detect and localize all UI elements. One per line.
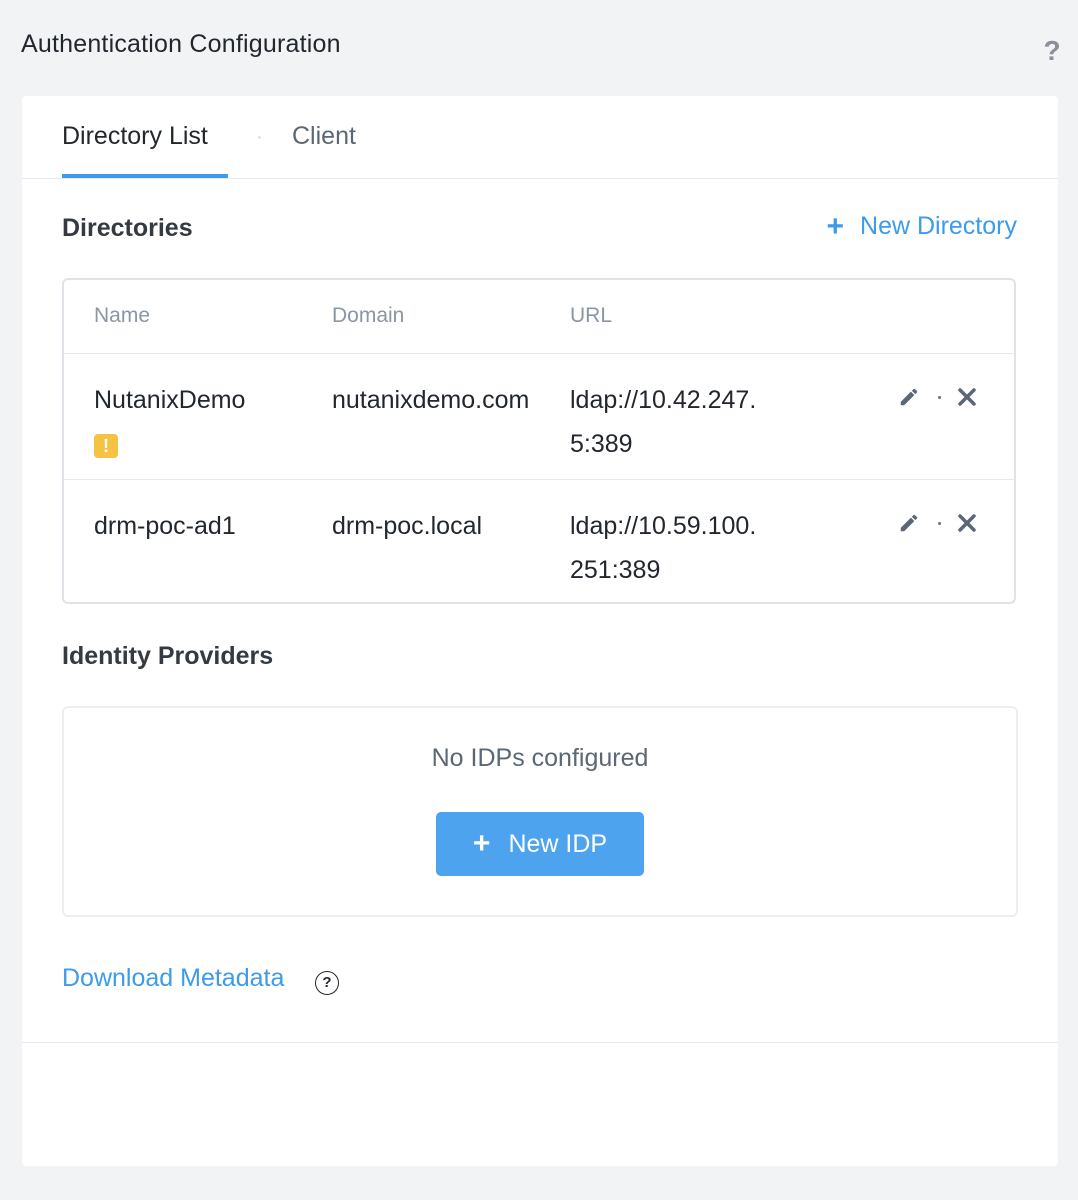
directory-name: drm-poc-ad1 [94, 512, 236, 540]
no-idp-message: No IDPs configured [431, 744, 649, 772]
action-separator [938, 395, 941, 399]
tab-client[interactable]: Client [292, 122, 356, 151]
idp-empty-state: No IDPs configured + New IDP [62, 706, 1018, 917]
directory-domain: nutanixdemo.com [332, 386, 530, 414]
table-header: Name Domain URL [64, 280, 1014, 354]
row-actions [898, 512, 977, 534]
active-tab-indicator [62, 174, 228, 178]
new-directory-button[interactable]: + New Directory [826, 209, 1017, 243]
warning-icon[interactable]: ! [94, 434, 118, 458]
tab-directory-list[interactable]: Directory List [62, 122, 208, 151]
download-metadata-link[interactable]: Download Metadata [62, 964, 284, 993]
directories-heading: Directories [62, 214, 193, 242]
help-icon[interactable]: ? [1041, 36, 1063, 66]
tab-separator [258, 136, 261, 139]
question-icon[interactable]: ? [315, 971, 339, 995]
auth-config-panel: Directory List Client Directories + New … [22, 96, 1058, 1166]
pencil-icon[interactable] [898, 386, 920, 408]
action-separator [938, 521, 941, 525]
column-header-name: Name [94, 304, 151, 327]
plus-icon: + [472, 827, 491, 860]
footer-divider [22, 1042, 1058, 1043]
plus-icon: + [826, 209, 845, 243]
close-icon[interactable] [957, 513, 977, 533]
column-header-url: URL [570, 304, 613, 327]
row-actions [898, 386, 977, 408]
pencil-icon[interactable] [898, 512, 920, 534]
directory-table: Name Domain URL NutanixDemo ! nutanixdem… [62, 278, 1016, 604]
close-icon[interactable] [957, 387, 977, 407]
column-header-domain: Domain [332, 304, 405, 327]
identity-providers-heading: Identity Providers [62, 642, 274, 670]
directory-domain: drm-poc.local [332, 512, 483, 540]
directory-name: NutanixDemo [94, 386, 246, 414]
new-directory-label: New Directory [860, 212, 1017, 240]
table-row: drm-poc-ad1 drm-poc.local ldap://10.59.1… [64, 480, 1014, 605]
page-title: Authentication Configuration [21, 30, 341, 58]
table-row: NutanixDemo ! nutanixdemo.com ldap://10.… [64, 354, 1014, 480]
new-idp-button[interactable]: + New IDP [436, 812, 644, 876]
new-idp-label: New IDP [508, 829, 608, 858]
tab-bar: Directory List Client [22, 96, 1058, 179]
directory-url: ldap://10.59.100.251:389 [570, 512, 757, 584]
directory-url: ldap://10.42.247.5:389 [570, 386, 757, 458]
directory-name-cell: NutanixDemo ! [94, 378, 294, 466]
